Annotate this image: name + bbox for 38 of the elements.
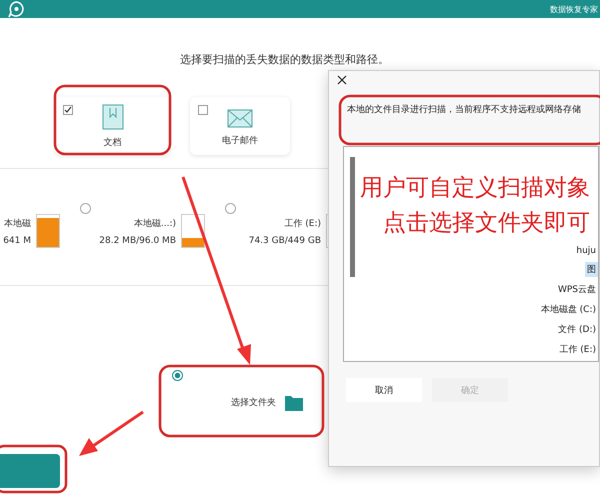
checkbox[interactable]	[63, 105, 73, 115]
close-icon	[337, 75, 347, 85]
drive-usage: 641 M	[3, 236, 31, 246]
drive-usage-icon	[36, 214, 60, 248]
tree-item[interactable]: 图	[585, 262, 598, 277]
instruction-text: 选择要扫描的丢失数据的数据类型和路径。	[180, 52, 390, 67]
folder-option-label: 选择文件夹	[231, 396, 276, 408]
annotation-text: 用户可自定义扫描对象	[360, 174, 590, 203]
tree-item[interactable]: huju	[574, 245, 598, 257]
annotation-text: 点击选择文件夹即可	[383, 209, 590, 238]
check-icon	[64, 106, 72, 114]
drive-name: 本地磁	[4, 218, 31, 230]
tree-item[interactable]: 本地磁盘 (C:)	[538, 302, 598, 317]
checkbox[interactable]	[198, 105, 208, 115]
radio-button[interactable]	[225, 203, 236, 214]
category-label: 电子邮件	[222, 134, 258, 147]
dialog-button[interactable]: 取消	[346, 378, 422, 402]
app-title: 数据恢复专家	[550, 4, 598, 14]
tree-item[interactable]: WPS云盘	[556, 282, 598, 297]
category-card[interactable]: 电子邮件	[190, 97, 290, 155]
drive-name: 工作 (E:)	[284, 218, 321, 230]
document-icon	[102, 104, 124, 130]
arrow	[79, 410, 144, 456]
drive-usage: 28.2 MB/96.0 MB	[99, 236, 176, 246]
scrollbar[interactable]	[350, 157, 355, 277]
highlight-outline	[0, 444, 68, 494]
tree-item[interactable]: 文件 (D:)	[556, 322, 598, 337]
category-card[interactable]: 文档	[55, 97, 170, 155]
drive-usage: 74.3 GB/449 GB	[248, 236, 321, 246]
tree-item[interactable]: 工作 (E:)	[557, 342, 598, 357]
category-label: 文档	[104, 136, 122, 148]
radio-button[interactable]	[80, 203, 91, 214]
dialog-message: 本地的文件目录进行扫描，当前程序不支持远程或网络存储	[347, 104, 581, 116]
close-button[interactable]	[337, 75, 347, 85]
radio-button[interactable]	[172, 370, 183, 381]
drive-name: 本地磁...:)	[134, 218, 176, 230]
drive-usage-icon	[181, 214, 205, 248]
folder-option-card[interactable]: 选择文件夹	[162, 368, 320, 436]
